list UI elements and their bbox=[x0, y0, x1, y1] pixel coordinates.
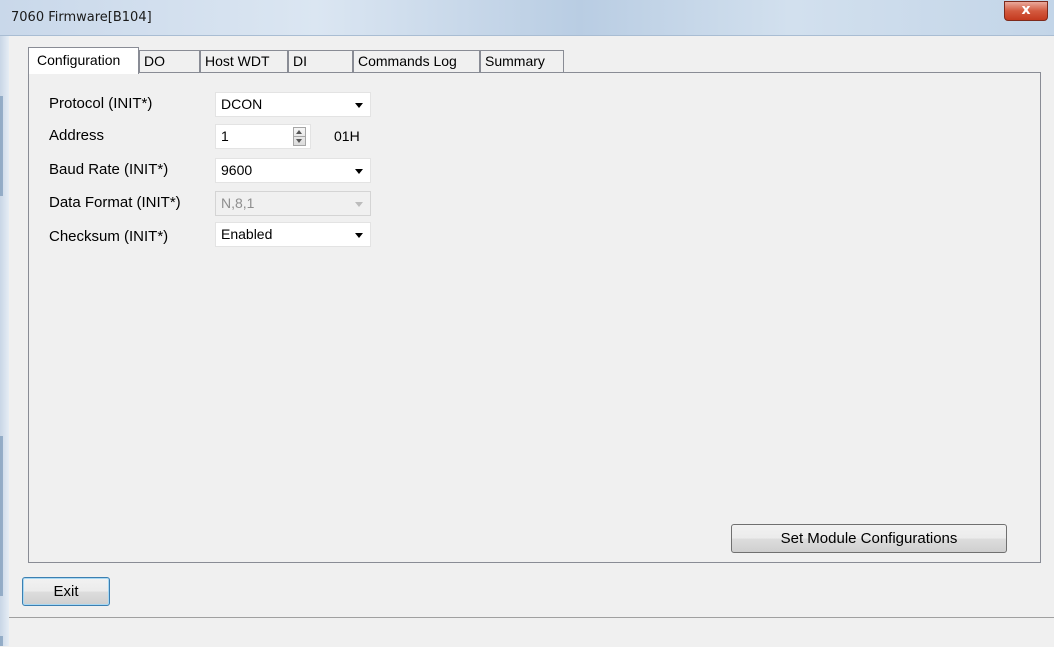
tab-summary[interactable]: Summary bbox=[480, 50, 564, 73]
baud-rate-select[interactable]: 9600 bbox=[215, 158, 371, 183]
chevron-down-icon bbox=[355, 103, 363, 108]
checksum-label: Checksum (INIT*) bbox=[49, 228, 169, 245]
tab-label: DO bbox=[144, 53, 165, 69]
title-bar: 7060 Firmware[B104] x bbox=[0, 0, 1054, 36]
status-bar bbox=[9, 617, 1054, 647]
exit-button[interactable]: Exit bbox=[22, 577, 110, 606]
close-button[interactable]: x bbox=[1004, 1, 1048, 21]
configuration-panel: Protocol (INIT*) DCON Address 1 01H Baud… bbox=[28, 72, 1041, 563]
tab-di[interactable]: DI bbox=[288, 50, 353, 73]
tab-configuration[interactable]: Configuration bbox=[28, 47, 139, 74]
protocol-select[interactable]: DCON bbox=[215, 92, 371, 117]
address-hex: 01H bbox=[334, 128, 360, 144]
tab-host-wdt[interactable]: Host WDT bbox=[200, 50, 288, 73]
address-label: Address bbox=[49, 127, 105, 144]
data-format-label: Data Format (INIT*) bbox=[49, 194, 181, 211]
checksum-value: Enabled bbox=[221, 226, 273, 242]
spin-down-icon[interactable] bbox=[296, 139, 302, 143]
tab-label: Summary bbox=[485, 53, 545, 69]
tab-label: Commands Log bbox=[358, 53, 457, 69]
chevron-down-icon bbox=[355, 202, 363, 207]
data-format-value: N,8,1 bbox=[221, 195, 255, 211]
set-module-configurations-button[interactable]: Set Module Configurations bbox=[731, 524, 1007, 553]
window-left-border bbox=[0, 36, 9, 646]
tab-label: DI bbox=[293, 53, 307, 69]
data-format-select: N,8,1 bbox=[215, 191, 371, 216]
checksum-select[interactable]: Enabled bbox=[215, 222, 371, 247]
chevron-down-icon bbox=[355, 233, 363, 238]
spin-buttons[interactable] bbox=[293, 127, 306, 146]
address-value: 1 bbox=[221, 128, 229, 144]
spin-up-icon[interactable] bbox=[296, 130, 302, 134]
chevron-down-icon bbox=[355, 169, 363, 174]
window-title: 7060 Firmware[B104] bbox=[11, 10, 152, 25]
baud-rate-label: Baud Rate (INIT*) bbox=[49, 161, 169, 178]
close-icon: x bbox=[1021, 2, 1031, 18]
baud-rate-value: 9600 bbox=[221, 162, 253, 178]
address-stepper[interactable]: 1 bbox=[215, 124, 311, 149]
tab-label: Configuration bbox=[37, 52, 121, 68]
tab-label: Host WDT bbox=[205, 53, 270, 69]
tab-do[interactable]: DO bbox=[139, 50, 200, 73]
tab-commands-log[interactable]: Commands Log bbox=[353, 50, 480, 73]
protocol-value: DCON bbox=[221, 96, 263, 112]
protocol-label: Protocol (INIT*) bbox=[49, 95, 153, 112]
